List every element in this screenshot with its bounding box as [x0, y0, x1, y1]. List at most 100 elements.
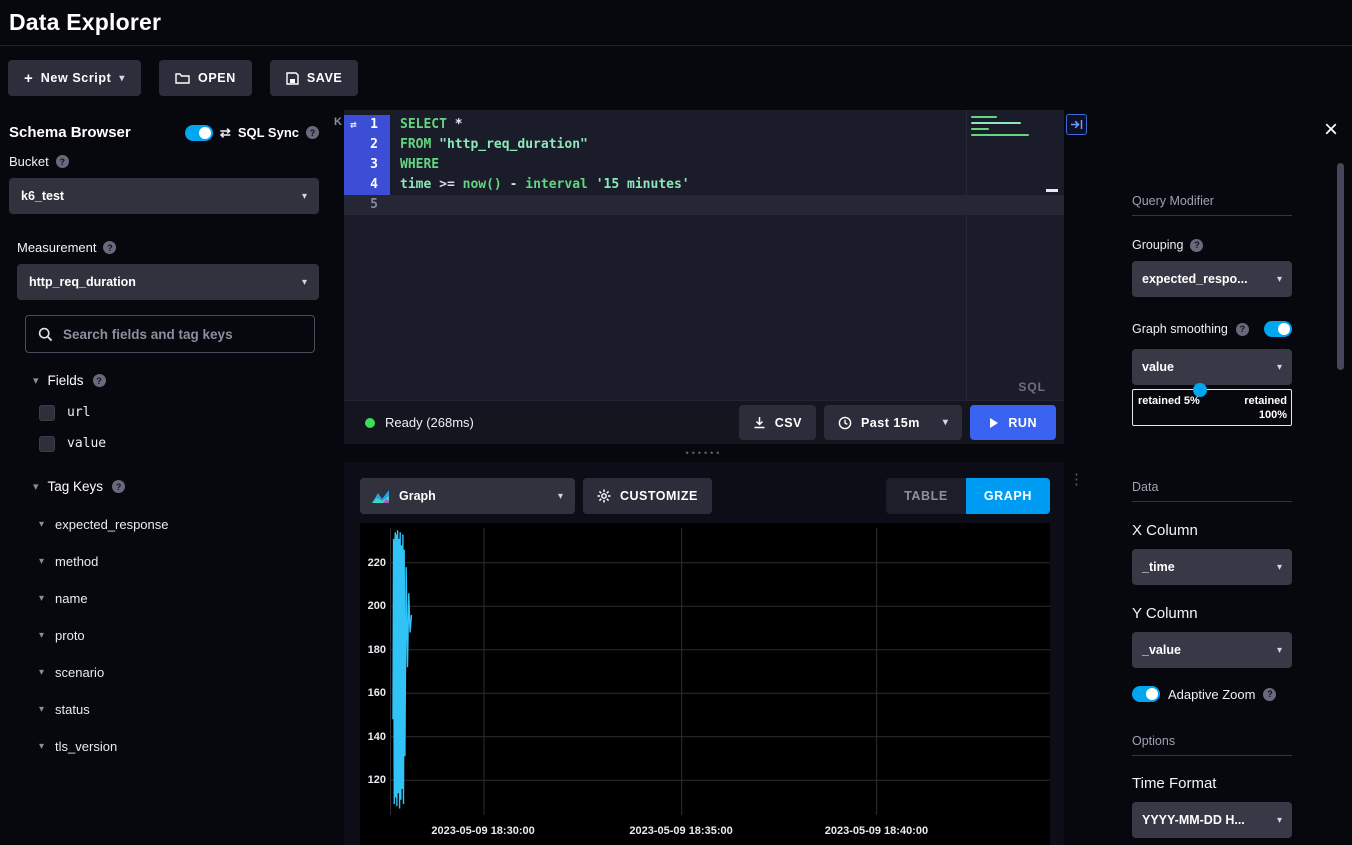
measurement-dropdown[interactable]: http_req_duration ▾ [17, 264, 319, 300]
help-icon[interactable]: ? [103, 241, 116, 254]
chevron-down-icon[interactable]: ▾ [39, 519, 44, 530]
horizontal-splitter[interactable]: •••••• [344, 444, 1064, 462]
editor-pane: ⇄1SELECT *2FROM "http_req_duration"3WHER… [344, 110, 1064, 845]
tag-key-row[interactable]: ▾name [39, 580, 319, 617]
chevron-down-icon[interactable]: ▾ [39, 593, 44, 604]
pane-hint: K [334, 116, 342, 128]
chevron-down-icon: ▾ [1277, 362, 1282, 373]
x-axis-label: 2023-05-09 18:40:00 [825, 825, 928, 837]
help-icon[interactable]: ? [1263, 688, 1276, 701]
chevron-down-icon: ▾ [1277, 274, 1282, 285]
code-text: time >= now() - interval '15 minutes' [390, 175, 690, 195]
scrollbar-thumb[interactable] [1337, 163, 1344, 370]
search-input[interactable] [63, 327, 302, 342]
chevron-down-icon[interactable]: ▾ [33, 480, 39, 493]
chevron-down-icon[interactable]: ▾ [39, 667, 44, 678]
options-panel: × Query Modifier Grouping ? expected_res… [1072, 110, 1352, 845]
tag-key-row[interactable]: ▾ method [39, 543, 319, 580]
graph-smoothing-toggle[interactable] [1264, 321, 1292, 337]
field-checkbox[interactable] [39, 436, 55, 452]
toggle-knob [199, 127, 211, 139]
x-column-dropdown[interactable]: _time ▾ [1132, 549, 1292, 585]
field-checkbox[interactable] [39, 405, 55, 421]
help-icon[interactable]: ? [1190, 239, 1203, 252]
help-icon[interactable]: ? [1236, 323, 1249, 336]
field-label: value [67, 436, 106, 451]
plus-icon: + [24, 70, 33, 87]
section-options: Options [1132, 734, 1292, 756]
tag-key-row[interactable]: ▾scenario [39, 654, 319, 691]
csv-download-button[interactable]: CSV [739, 405, 816, 440]
visualization-panel: Graph ▾ CUSTOMIZE TABLE GRAPH [344, 462, 1064, 845]
view-tabs: TABLE GRAPH [886, 478, 1050, 514]
grouping-dropdown[interactable]: expected_respo... ▾ [1132, 261, 1292, 297]
folder-open-icon [175, 72, 190, 84]
bucket-label: Bucket [9, 154, 49, 169]
smoothing-column-dropdown[interactable]: value ▾ [1132, 349, 1292, 385]
grip-dots-icon: •••••• [686, 448, 723, 458]
tab-table[interactable]: TABLE [886, 478, 966, 514]
x-column-value: _time [1142, 560, 1175, 574]
tag-key-row[interactable]: ▾expected_response [39, 506, 319, 543]
customize-button[interactable]: CUSTOMIZE [583, 478, 712, 514]
clock-icon [838, 416, 852, 430]
graph-tab-label: GRAPH [984, 489, 1032, 503]
line-number: ⇄1 [344, 115, 390, 135]
field-row[interactable]: url [39, 397, 319, 428]
open-button[interactable]: OPEN [159, 60, 252, 96]
chart-plot-area[interactable] [390, 528, 1050, 815]
code-text: WHERE [390, 155, 439, 175]
help-icon[interactable]: ? [93, 374, 106, 387]
editor-line[interactable]: 5 [344, 195, 1064, 215]
view-type-label: Graph [399, 489, 436, 503]
left-pane-resize-handle[interactable]: K [328, 110, 344, 845]
customize-label: CUSTOMIZE [620, 489, 698, 503]
chevron-down-icon[interactable]: ▾ [33, 374, 39, 387]
schema-browser: Schema Browser ⇄ SQL Sync ? Bucket ? k6_… [0, 110, 328, 845]
time-format-dropdown[interactable]: YYYY-MM-DD H... ▾ [1132, 802, 1292, 838]
editor-line[interactable]: 2FROM "http_req_duration" [344, 135, 1064, 155]
save-button[interactable]: SAVE [270, 60, 359, 96]
bucket-dropdown[interactable]: k6_test ▾ [9, 178, 319, 214]
editor-minimap[interactable] [966, 110, 1064, 400]
smoothing-slider-handle[interactable] [1193, 383, 1207, 397]
chart-svg [391, 528, 1050, 815]
chevron-down-icon[interactable]: ▾ [39, 556, 44, 567]
tag-key-row[interactable]: ▾proto [39, 617, 319, 654]
editor-line[interactable]: 4time >= now() - interval '15 minutes' [344, 175, 1064, 195]
field-row[interactable]: value [39, 428, 319, 459]
toolbar: + New Script ▾ OPEN SAVE [0, 46, 1352, 110]
collapse-panel-button[interactable] [1066, 114, 1087, 135]
tag-key-row[interactable]: ▾tls_version [39, 728, 319, 765]
tab-graph[interactable]: GRAPH [966, 478, 1050, 514]
editor-line[interactable]: 3WHERE [344, 155, 1064, 175]
editor-line[interactable]: ⇄1SELECT * [344, 115, 1064, 135]
sql-sync-toggle[interactable] [185, 125, 213, 141]
chevron-down-icon: ▾ [302, 191, 307, 202]
chevron-down-icon[interactable]: ▾ [39, 630, 44, 641]
view-type-dropdown[interactable]: Graph ▾ [360, 478, 575, 514]
time-range-dropdown[interactable]: Past 15m ▾ [824, 405, 962, 440]
tag-key-label: method [55, 554, 98, 569]
run-button[interactable]: RUN [970, 405, 1056, 440]
line-number: 2 [344, 135, 390, 155]
y-column-dropdown[interactable]: _value ▾ [1132, 632, 1292, 668]
smoothing-slider[interactable]: retained 5% retained 100% [1132, 389, 1292, 426]
tag-key-row[interactable]: ▾status [39, 691, 319, 728]
status-dot [365, 418, 375, 428]
help-icon[interactable]: ? [112, 480, 125, 493]
chevron-down-icon[interactable]: ▾ [39, 704, 44, 715]
schema-browser-title: Schema Browser [9, 124, 131, 141]
sql-editor[interactable]: ⇄1SELECT *2FROM "http_req_duration"3WHER… [344, 110, 1064, 400]
chevron-down-icon[interactable]: ▾ [39, 741, 44, 752]
close-panel-button[interactable]: × [1324, 118, 1338, 142]
adaptive-zoom-toggle[interactable] [1132, 686, 1160, 702]
minimap-line [971, 122, 1021, 124]
y-axis-label: 160 [368, 687, 386, 699]
new-script-button[interactable]: + New Script ▾ [8, 60, 141, 96]
tag-keys-label: Tag Keys [48, 479, 104, 494]
help-icon[interactable]: ? [306, 126, 319, 139]
adaptive-zoom-label: Adaptive Zoom [1168, 687, 1255, 702]
help-icon[interactable]: ? [56, 155, 69, 168]
code-text: SELECT * [390, 115, 463, 135]
